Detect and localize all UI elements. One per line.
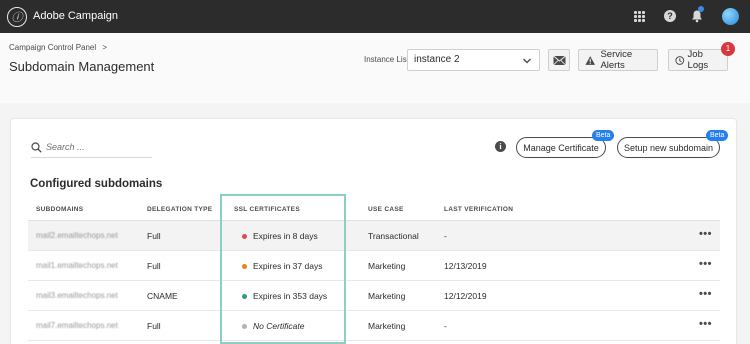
ssl-status-dot	[242, 294, 247, 299]
table-row[interactable]: mail7.emailtechops.net Full No Certifica…	[28, 311, 720, 341]
search-placeholder: Search ...	[46, 142, 85, 152]
mail-icon	[552, 55, 566, 65]
mail-button[interactable]	[548, 49, 570, 71]
breadcrumb[interactable]: Campaign Control Panel >	[9, 43, 107, 52]
manage-certificate-button[interactable]: Manage Certificate	[516, 137, 606, 158]
app-title: Adobe Campaign	[33, 10, 119, 22]
ssl-status-dot	[242, 324, 247, 329]
delegation-cell: CNAME	[147, 291, 178, 301]
use-case-cell: Marketing	[368, 291, 406, 301]
table-row[interactable]: mail3.emailtechops.net CNAME Expires in …	[28, 281, 720, 311]
page-header: Campaign Control Panel > Subdomain Manag…	[0, 33, 750, 103]
adobe-campaign-logo-icon[interactable]: ⓘ	[7, 7, 27, 27]
alert-icon	[585, 55, 596, 65]
job-logs-label: Job Logs	[687, 49, 709, 71]
search-icon	[31, 142, 42, 153]
column-header-last-verification[interactable]: LAST VERIFICATION	[444, 206, 513, 213]
instance-select-value: instance 2	[414, 54, 460, 65]
job-logs-badge: 1	[721, 42, 735, 56]
last-verification-cell: -	[444, 321, 447, 331]
subdomain-cell[interactable]: mail7.emailtechops.net	[36, 321, 118, 330]
use-case-cell: Transactional	[368, 231, 419, 241]
history-icon	[675, 55, 685, 65]
job-logs-button[interactable]: Job Logs	[668, 49, 728, 71]
setup-new-subdomain-label: Setup new subdomain	[623, 142, 714, 153]
avatar[interactable]	[722, 8, 739, 25]
ssl-cell: Expires in 353 days	[253, 291, 328, 301]
help-icon[interactable]: ?	[664, 10, 676, 22]
more-icon[interactable]: •••	[699, 318, 712, 330]
app-grid-icon[interactable]	[634, 11, 645, 22]
column-header-ssl-certificates[interactable]: SSL CERTIFICATES	[234, 206, 300, 213]
subdomains-card: Search ... i Manage Certificate Beta Set…	[11, 119, 736, 344]
breadcrumb-item[interactable]: Campaign Control Panel	[9, 43, 96, 52]
use-case-cell: Marketing	[368, 261, 406, 271]
table-row[interactable]: mail2.emailtechops.net Full Expires in 8…	[28, 221, 720, 251]
last-verification-cell: 12/13/2019	[444, 261, 487, 271]
beta-badge: Beta	[706, 130, 729, 141]
instance-select[interactable]: instance 2	[407, 49, 540, 71]
last-verification-cell: -	[444, 231, 447, 241]
info-icon[interactable]: i	[495, 141, 506, 152]
ssl-cell: Expires in 37 days	[253, 261, 323, 271]
ssl-status-dot	[242, 264, 247, 269]
chevron-down-icon	[523, 58, 531, 64]
section-title: Configured subdomains	[30, 178, 163, 190]
breadcrumb-separator: >	[102, 43, 108, 52]
page-title: Subdomain Management	[9, 59, 155, 74]
top-bar: ⓘ Adobe Campaign ?	[0, 0, 750, 33]
ssl-cell: No Certificate	[253, 321, 305, 331]
table-row[interactable]: mail1.emailtechops.net Full Expires in 3…	[28, 251, 720, 281]
search-input[interactable]: Search ...	[31, 139, 152, 158]
subdomain-cell[interactable]: mail1.emailtechops.net	[36, 261, 118, 270]
delegation-cell: Full	[147, 321, 161, 331]
setup-new-subdomain-button[interactable]: Setup new subdomain	[617, 137, 720, 158]
more-icon[interactable]: •••	[699, 288, 712, 300]
subdomain-cell[interactable]: mail2.emailtechops.net	[36, 231, 118, 240]
delegation-cell: Full	[147, 261, 161, 271]
column-header-subdomains[interactable]: SUBDOMAINS	[36, 206, 83, 213]
service-alerts-label: Service Alerts	[600, 49, 633, 71]
beta-badge: Beta	[592, 130, 615, 141]
manage-certificate-label: Manage Certificate	[523, 142, 599, 153]
service-alerts-button[interactable]: Service Alerts	[578, 49, 658, 71]
table-header: SUBDOMAINS DELEGATION TYPE SSL CERTIFICA…	[28, 199, 720, 221]
ssl-status-dot	[242, 234, 247, 239]
more-icon[interactable]: •••	[699, 258, 712, 270]
ssl-cell: Expires in 8 days	[253, 231, 318, 241]
notification-dot	[698, 6, 704, 12]
instance-list-label: Instance List	[364, 55, 409, 64]
column-header-use-case[interactable]: USE CASE	[368, 206, 404, 213]
last-verification-cell: 12/12/2019	[444, 291, 487, 301]
subdomain-cell[interactable]: mail3.emailtechops.net	[36, 291, 118, 300]
more-icon[interactable]: •••	[699, 228, 712, 240]
column-header-delegation-type[interactable]: DELEGATION TYPE	[147, 206, 212, 213]
delegation-cell: Full	[147, 231, 161, 241]
use-case-cell: Marketing	[368, 321, 406, 331]
